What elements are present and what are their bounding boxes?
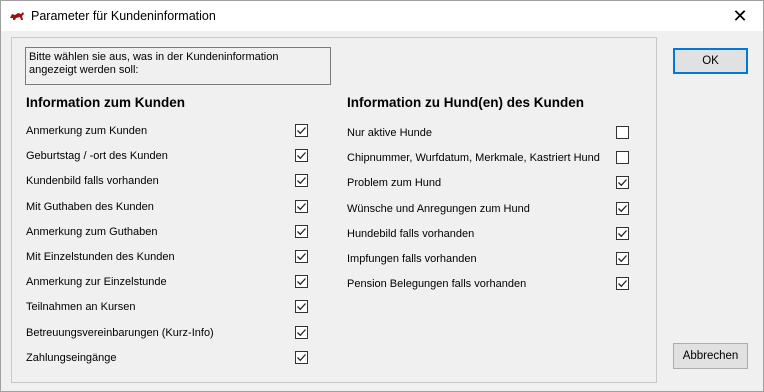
- customer-option-checkbox[interactable]: [295, 325, 308, 339]
- dog-option-checkbox[interactable]: [616, 277, 629, 291]
- close-button[interactable]: ✕: [717, 1, 763, 31]
- dog-option-checkbox[interactable]: [616, 252, 629, 265]
- intro-text: Bitte wählen sie aus, was in der Kundeni…: [25, 47, 331, 85]
- customer-option-label[interactable]: Zahlungseingänge: [26, 352, 117, 364]
- checkmark-icon: [297, 353, 306, 362]
- dog-option-label[interactable]: Impfungen falls vorhanden: [347, 253, 477, 265]
- checkmark-icon: [297, 202, 306, 210]
- customer-option-checkbox[interactable]: [295, 124, 308, 137]
- cancel-button[interactable]: Abbrechen: [673, 343, 748, 369]
- checkmark-icon: [297, 127, 306, 135]
- customer-option-checkbox[interactable]: [295, 300, 308, 314]
- checkmark-icon: [297, 253, 306, 261]
- customer-option-label[interactable]: Anmerkung zum Guthaben: [26, 226, 157, 238]
- dialog-window: Parameter für Kundeninformation ✕ Bitte …: [0, 0, 764, 392]
- checkmark-icon: [297, 328, 306, 336]
- checkmark-icon: [618, 229, 627, 238]
- checkmark-icon: [618, 204, 627, 212]
- customer-option-checkbox[interactable]: [295, 199, 308, 213]
- customer-option-checkbox[interactable]: [295, 250, 308, 263]
- checkmark-icon: [618, 179, 627, 187]
- dog-option-checkbox[interactable]: [616, 151, 629, 165]
- dog-option-label[interactable]: Chipnummer, Wurfdatum, Merkmale, Kastrie…: [347, 152, 600, 164]
- dog-section-title: Information zu Hund(en) des Kunden: [347, 95, 584, 110]
- customer-option-label[interactable]: Mit Guthaben des Kunden: [26, 201, 154, 213]
- dog-option-label[interactable]: Pension Belegungen falls vorhanden: [347, 278, 526, 290]
- customer-option-label[interactable]: Anmerkung zur Einzelstunde: [26, 276, 167, 288]
- dog-option-checkbox[interactable]: [616, 226, 629, 240]
- customer-option-checkbox[interactable]: [295, 149, 308, 163]
- dog-option-checkbox[interactable]: [616, 201, 629, 215]
- window-title: Parameter für Kundeninformation: [31, 9, 216, 23]
- checkmark-icon: [297, 177, 306, 185]
- dog-option-label[interactable]: Nur aktive Hunde: [347, 127, 432, 139]
- customer-option-label[interactable]: Teilnahmen an Kursen: [26, 301, 135, 313]
- customer-option-label[interactable]: Kundenbild falls vorhanden: [26, 175, 159, 187]
- customer-option-checkbox[interactable]: [295, 224, 308, 238]
- customer-option-checkbox[interactable]: [295, 275, 308, 289]
- dog-option-label[interactable]: Hundebild falls vorhanden: [347, 228, 474, 240]
- customer-option-label[interactable]: Anmerkung zum Kunden: [26, 125, 147, 137]
- checkmark-icon: [297, 303, 306, 311]
- dog-option-checkbox[interactable]: [616, 126, 629, 139]
- customer-option-label[interactable]: Mit Einzelstunden des Kunden: [26, 251, 175, 263]
- close-icon: ✕: [732, 5, 748, 26]
- customer-option-checkbox[interactable]: [295, 350, 308, 364]
- dog-option-label[interactable]: Wünsche und Anregungen zum Hund: [347, 203, 530, 215]
- checkmark-icon: [297, 227, 306, 236]
- checkmark-icon: [297, 152, 306, 160]
- checkmark-icon: [618, 280, 627, 288]
- title-bar: Parameter für Kundeninformation ✕: [1, 1, 763, 31]
- dog-option-label[interactable]: Problem zum Hund: [347, 177, 441, 189]
- customer-option-label[interactable]: Geburtstag / -ort des Kunden: [26, 150, 168, 162]
- checkmark-icon: [618, 255, 627, 263]
- customer-option-label[interactable]: Betreuungsvereinbarungen (Kurz-Info): [26, 327, 214, 339]
- checkmark-icon: [297, 278, 306, 286]
- customer-section-title: Information zum Kunden: [26, 95, 185, 110]
- app-dog-icon: [9, 10, 25, 22]
- customer-option-checkbox[interactable]: [295, 174, 308, 188]
- dog-option-checkbox[interactable]: [616, 176, 629, 190]
- ok-button[interactable]: OK: [673, 48, 748, 74]
